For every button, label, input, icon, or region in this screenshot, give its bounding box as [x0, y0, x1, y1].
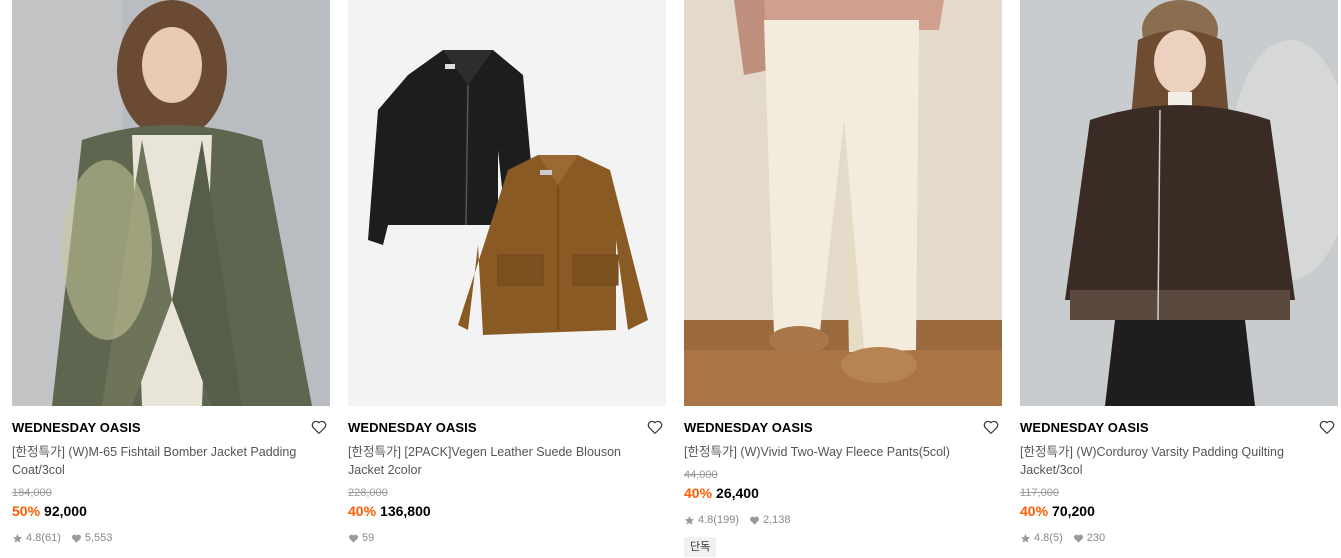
- product-card[interactable]: WEDNESDAY OASIS [한정특가] (W)Corduroy Varsi…: [1020, 0, 1338, 558]
- wishlist-heart-icon[interactable]: [646, 418, 664, 436]
- sale-price: 136,800: [380, 503, 431, 519]
- brand-name[interactable]: WEDNESDAY OASIS: [348, 420, 477, 435]
- product-card[interactable]: WEDNESDAY OASIS [한정특가] [2PACK]Vegen Leat…: [348, 0, 666, 558]
- discount-rate: 40%: [684, 485, 713, 501]
- discount-rate: 40%: [1020, 503, 1049, 519]
- review-count: (5): [1049, 532, 1063, 544]
- product-photo-two-jackets: [348, 0, 666, 406]
- original-price: 184,000: [12, 487, 52, 499]
- brand-name[interactable]: WEDNESDAY OASIS: [12, 420, 141, 435]
- product-stats: 4.8 (61) 5,553: [12, 532, 112, 544]
- heart-filled-icon: [1073, 534, 1083, 543]
- like-count: 5,553: [84, 532, 113, 544]
- price-line: 50% 92,000: [12, 503, 87, 519]
- sale-price: 26,400: [716, 485, 759, 501]
- like-count: 230: [1086, 532, 1106, 544]
- star-icon: [684, 515, 695, 525]
- star-icon: [1020, 533, 1031, 543]
- product-title[interactable]: [한정특가] [2PACK]Vegen Leather Suede Blouso…: [348, 443, 648, 479]
- product-card[interactable]: WEDNESDAY OASIS [한정특가] (W)Vivid Two-Way …: [684, 0, 1002, 558]
- original-price: 228,000: [348, 487, 388, 499]
- brand-name[interactable]: WEDNESDAY OASIS: [1020, 420, 1149, 435]
- rating-value: 4.8: [26, 532, 42, 544]
- sale-price: 70,200: [1052, 503, 1095, 519]
- heart-filled-icon: [349, 534, 358, 543]
- product-image[interactable]: [1020, 0, 1338, 406]
- price-line: 40% 136,800: [348, 503, 431, 519]
- product-photo-model-corduroy-jacket: [1020, 0, 1338, 406]
- product-card[interactable]: WEDNESDAY OASIS [한정특가] (W)M-65 Fishtail …: [12, 0, 330, 558]
- product-photo-model-olive-coat: [12, 0, 330, 406]
- original-price: 44,000: [684, 469, 718, 481]
- product-stats: 59: [348, 532, 374, 544]
- wishlist-heart-icon[interactable]: [982, 418, 1000, 436]
- brand-name[interactable]: WEDNESDAY OASIS: [684, 420, 813, 435]
- wishlist-heart-icon[interactable]: [1318, 418, 1336, 436]
- discount-rate: 50%: [12, 503, 41, 519]
- star-icon: [12, 533, 23, 543]
- rating-value: 4.8: [1034, 532, 1050, 544]
- sale-price: 92,000: [44, 503, 87, 519]
- rating-value: 4.8: [698, 514, 714, 526]
- heart-filled-icon: [750, 516, 759, 525]
- product-title[interactable]: [한정특가] (W)Vivid Two-Way Fleece Pants(5co…: [684, 443, 984, 461]
- product-title[interactable]: [한정특가] (W)M-65 Fishtail Bomber Jacket Pa…: [12, 443, 312, 479]
- product-image[interactable]: [348, 0, 666, 406]
- heart-filled-icon: [71, 534, 81, 543]
- product-title[interactable]: [한정특가] (W)Corduroy Varsity Padding Quilt…: [1020, 443, 1320, 479]
- product-stats: 4.8 (5) 230: [1020, 532, 1105, 544]
- exclusive-badge: 단독: [684, 537, 717, 557]
- product-image[interactable]: [684, 0, 1002, 406]
- review-count: (61): [41, 532, 61, 544]
- product-grid: WEDNESDAY OASIS [한정특가] (W)M-65 Fishtail …: [0, 0, 1341, 558]
- review-count: (199): [713, 514, 739, 526]
- product-image[interactable]: [12, 0, 330, 406]
- product-photo-fleece-pants: [684, 0, 1002, 406]
- like-count: 59: [362, 532, 375, 544]
- product-stats: 4.8 (199) 2,138: [684, 514, 791, 526]
- price-line: 40% 70,200: [1020, 503, 1095, 519]
- discount-rate: 40%: [348, 503, 377, 519]
- original-price: 117,000: [1020, 487, 1059, 499]
- wishlist-heart-icon[interactable]: [310, 418, 328, 436]
- like-count: 2,138: [762, 514, 791, 526]
- price-line: 40% 26,400: [684, 485, 759, 501]
